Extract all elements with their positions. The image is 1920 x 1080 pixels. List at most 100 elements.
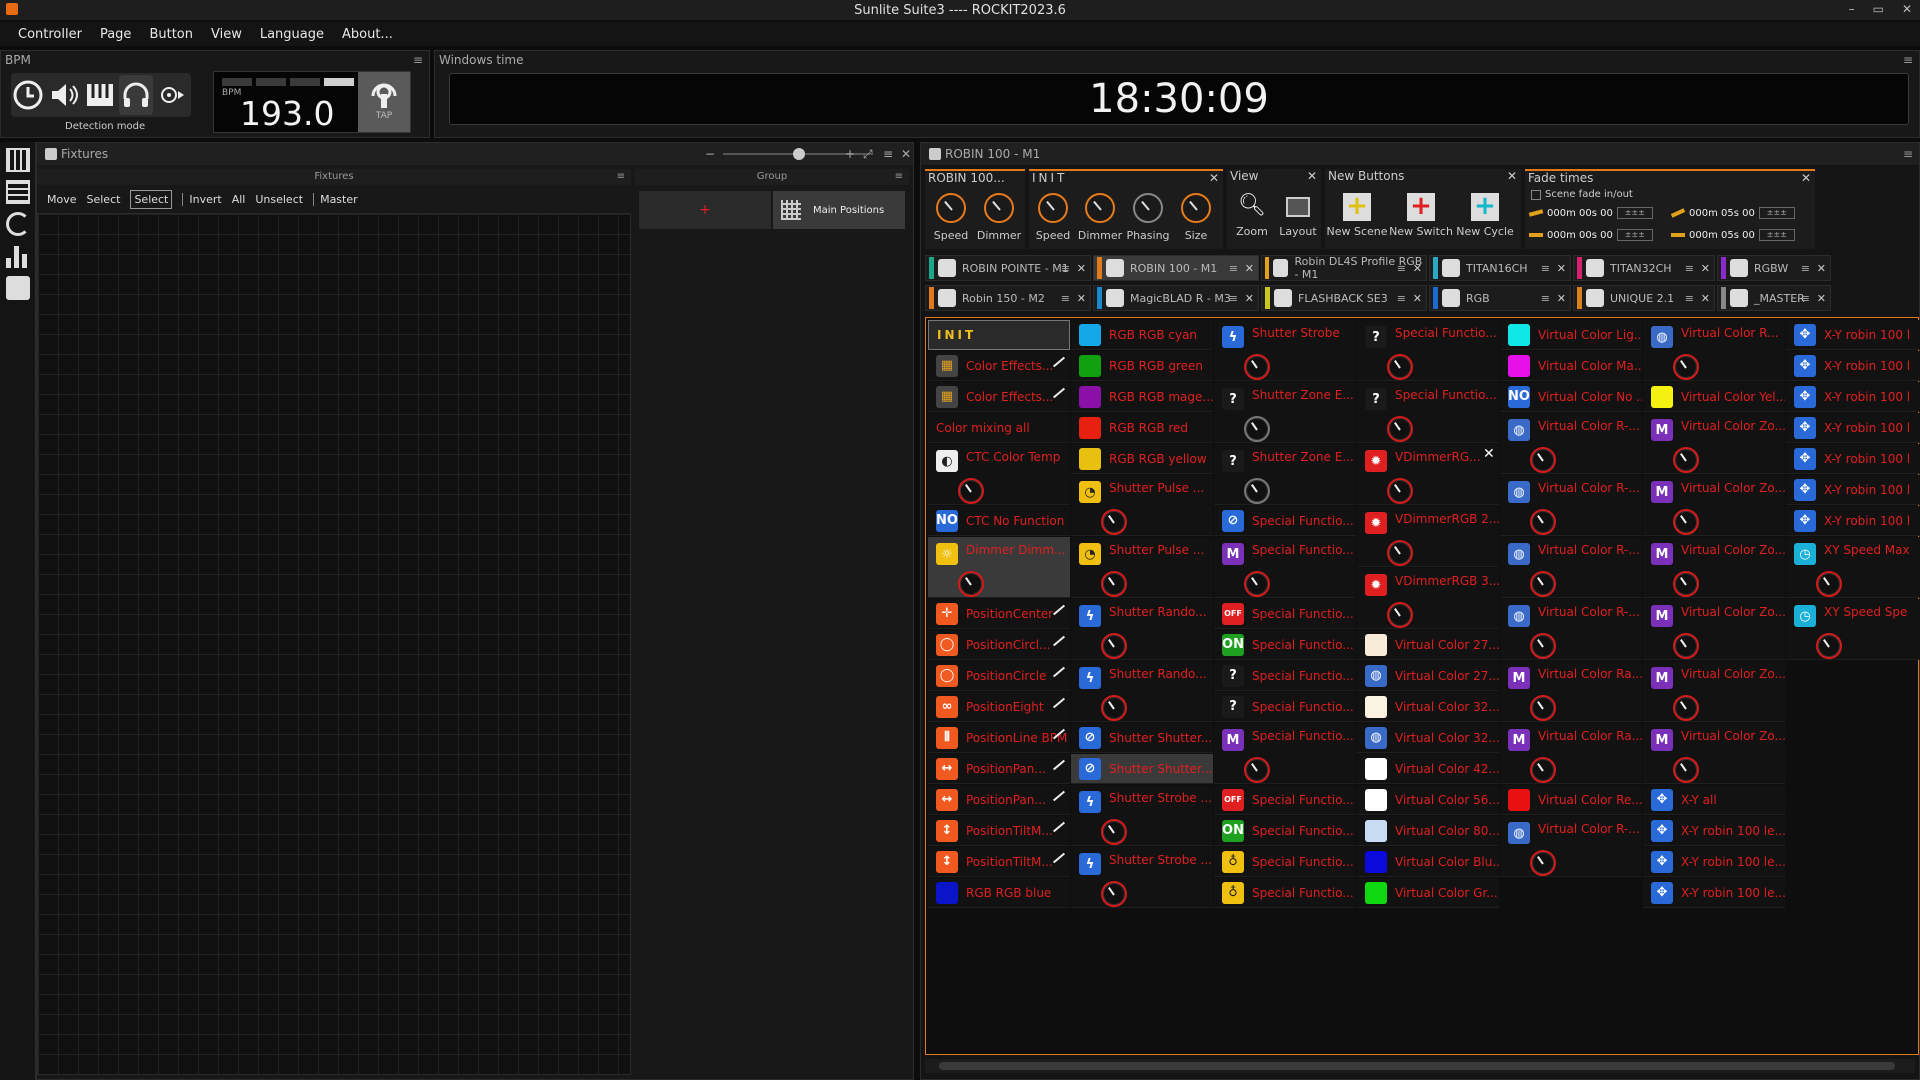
tab-menu-icon[interactable]: ≡: [1801, 292, 1810, 305]
scene-button[interactable]: ϟ Shutter Strobe ...: [1071, 785, 1213, 846]
level-knob[interactable]: [958, 478, 984, 504]
tab-close-icon[interactable]: ✕: [1077, 292, 1086, 305]
checkbox-box[interactable]: [1531, 189, 1541, 200]
tab-close-icon[interactable]: ✕: [1077, 262, 1086, 275]
scrollbar-thumb[interactable]: [939, 1062, 1895, 1070]
scene-button[interactable]: M Virtual Color Zo...: [1643, 661, 1785, 722]
scene-button[interactable]: Virtual Color Lig...: [1500, 320, 1642, 350]
level-knob[interactable]: [1816, 571, 1842, 597]
scene-button[interactable]: ✥ X-Y robin 100 l: [1786, 320, 1920, 350]
tab-close-icon[interactable]: ✕: [1557, 292, 1566, 305]
fade-time-4[interactable]: 000m 05s 00 ±±±: [1671, 229, 1795, 241]
level-knob[interactable]: [1530, 447, 1556, 473]
scene-button[interactable]: ✥ X-Y robin 100 l: [1786, 444, 1920, 474]
scene-button[interactable]: RGB RGB blue: [928, 878, 1070, 908]
tab-robin-pointe-m1[interactable]: ROBIN POINTE - M1 ≡ ✕: [925, 255, 1091, 281]
level-knob[interactable]: [1101, 695, 1127, 721]
scene-button[interactable]: ? Shutter Zone E...: [1214, 382, 1356, 443]
fade-time-2-stepper[interactable]: ±±±: [1758, 207, 1795, 219]
robin-menu-icon[interactable]: ≡: [1903, 143, 1913, 165]
level-knob[interactable]: [1673, 695, 1699, 721]
fixtures-grid-menu-icon[interactable]: ≡: [617, 169, 625, 185]
scene-button[interactable]: ⊘ Special Functio...: [1214, 506, 1356, 536]
scene-button[interactable]: NO CTC No Function: [928, 506, 1070, 536]
level-knob[interactable]: [1673, 571, 1699, 597]
level-knob[interactable]: [1387, 602, 1413, 628]
tab-close-icon[interactable]: ✕: [1817, 262, 1826, 275]
scene-button[interactable]: M Special Functio...: [1214, 723, 1356, 784]
menu-view[interactable]: View: [211, 27, 242, 42]
level-knob[interactable]: [1530, 757, 1556, 783]
scene-button[interactable]: ✥ X-Y robin 100 l: [1786, 475, 1920, 505]
level-knob[interactable]: [1816, 633, 1842, 659]
scene-button[interactable]: ✹ VDimmerRGB 3...: [1357, 568, 1499, 629]
tab-menu-icon[interactable]: ≡: [1397, 262, 1406, 275]
fade-time-3-stepper[interactable]: ±±±: [1616, 229, 1653, 241]
new-cycle-button[interactable]: + New Cycle: [1453, 193, 1517, 238]
scene-button[interactable]: RGB RGB red: [1071, 413, 1213, 443]
scene-button[interactable]: ✹ VDimmerRG...: [1357, 444, 1499, 505]
level-knob[interactable]: [1673, 757, 1699, 783]
select-button[interactable]: Select: [87, 193, 121, 206]
scene-button[interactable]: NO Virtual Color No ...: [1500, 382, 1642, 412]
init-dimmer-knob[interactable]: Dimmer: [1077, 193, 1123, 242]
scene-button[interactable]: ? Special Functio...: [1357, 320, 1499, 381]
level-knob[interactable]: [1530, 509, 1556, 535]
scene-button[interactable]: ▦ Color Effects...: [928, 351, 1070, 381]
scene-button[interactable]: ♁ Special Functio...: [1214, 847, 1356, 877]
level-knob[interactable]: [1244, 416, 1270, 442]
scene-button[interactable]: ? Special Functio...: [1214, 692, 1356, 722]
tab-robin-100-m1[interactable]: ROBIN 100 - M1 ≡ ✕: [1093, 255, 1259, 281]
scene-button[interactable]: ? Special Functio...: [1214, 661, 1356, 691]
level-knob[interactable]: [1530, 633, 1556, 659]
scene-button[interactable]: ✥ X-Y robin 100 l: [1786, 413, 1920, 443]
tab-close-icon[interactable]: ✕: [1245, 292, 1254, 305]
scene-button[interactable]: ◍ Virtual Color R-...: [1500, 413, 1642, 474]
tab-unique-2-1[interactable]: UNIQUE 2.1 ≡ ✕: [1573, 285, 1715, 311]
level-knob[interactable]: [1530, 850, 1556, 876]
fade-time-2[interactable]: 000m 05s 00 ±±±: [1670, 207, 1795, 219]
tab-close-icon[interactable]: ✕: [1557, 262, 1566, 275]
tab-magicblad-r-m3[interactable]: MagicBLAD R - M3 ≡ ✕: [1093, 285, 1259, 311]
tab-close-icon[interactable]: ✕: [1701, 292, 1710, 305]
level-knob[interactable]: [1244, 478, 1270, 504]
menu-controller[interactable]: Controller: [18, 27, 82, 42]
scene-button[interactable]: ϟ Shutter Strobe: [1214, 320, 1356, 381]
fade-time-4-stepper[interactable]: ±±±: [1758, 229, 1795, 241]
scene-button[interactable]: RGB RGB mage...: [1071, 382, 1213, 412]
minimize-button[interactable]: –: [1849, 0, 1855, 18]
tab-close-icon[interactable]: ✕: [1701, 262, 1710, 275]
scene-button[interactable]: Virtual Color 42...: [1357, 754, 1499, 784]
scene-button[interactable]: ◔ Shutter Pulse ...: [1071, 475, 1213, 536]
init-phasing-knob[interactable]: Phasing: [1125, 193, 1171, 242]
tab-titan16ch[interactable]: TITAN16CH ≡ ✕: [1429, 255, 1571, 281]
scene-button[interactable]: ◷ XY Speed Spe: [1786, 599, 1920, 660]
level-knob[interactable]: [1387, 478, 1413, 504]
scene-button[interactable]: M Virtual Color Zo...: [1643, 475, 1785, 536]
scene-button[interactable]: Virtual Color 80...: [1357, 816, 1499, 846]
fade-time-1-stepper[interactable]: ±±±: [1616, 207, 1653, 219]
scene-button[interactable]: OFF Special Functio...: [1214, 785, 1356, 815]
scene-button[interactable]: ◯ PositionCircl...: [928, 630, 1070, 660]
scene-button[interactable]: M Virtual Color Zo...: [1643, 723, 1785, 784]
tab-menu-icon[interactable]: ≡: [1541, 262, 1550, 275]
scene-button[interactable]: ◍ Virtual Color R-...: [1500, 475, 1642, 536]
scene-button[interactable]: M Virtual Color Ra...: [1500, 723, 1642, 784]
tab-rgb[interactable]: RGB ≡ ✕: [1429, 285, 1571, 311]
level-knob[interactable]: [1387, 540, 1413, 566]
scene-button[interactable]: RGB RGB green: [1071, 351, 1213, 381]
tab-robin-dl4s-profile-rgb-m1[interactable]: Robin DL4S Profile RGB - M1 ≡ ✕: [1261, 255, 1427, 281]
section-view-close-icon[interactable]: ✕: [1307, 169, 1317, 183]
menu-language[interactable]: Language: [260, 27, 324, 42]
tab-menu-icon[interactable]: ≡: [1685, 262, 1694, 275]
invert-button[interactable]: Invert: [182, 192, 222, 206]
expand-icon[interactable]: ⤢: [863, 143, 873, 165]
scene-button[interactable]: Virtual Color Gr...: [1357, 878, 1499, 908]
tab-rgbw[interactable]: RGBW ≡ ✕: [1717, 255, 1831, 281]
scene-button[interactable]: ⊘ Shutter Shutter...: [1071, 754, 1213, 784]
scene-button[interactable]: M Virtual Color Ra...: [1500, 661, 1642, 722]
scene-button[interactable]: ✥ X-Y robin 100 l: [1786, 382, 1920, 412]
scene-button[interactable]: M Virtual Color Zo...: [1643, 413, 1785, 474]
level-knob[interactable]: [1387, 354, 1413, 380]
scene-button[interactable]: M Special Functio...: [1214, 537, 1356, 598]
